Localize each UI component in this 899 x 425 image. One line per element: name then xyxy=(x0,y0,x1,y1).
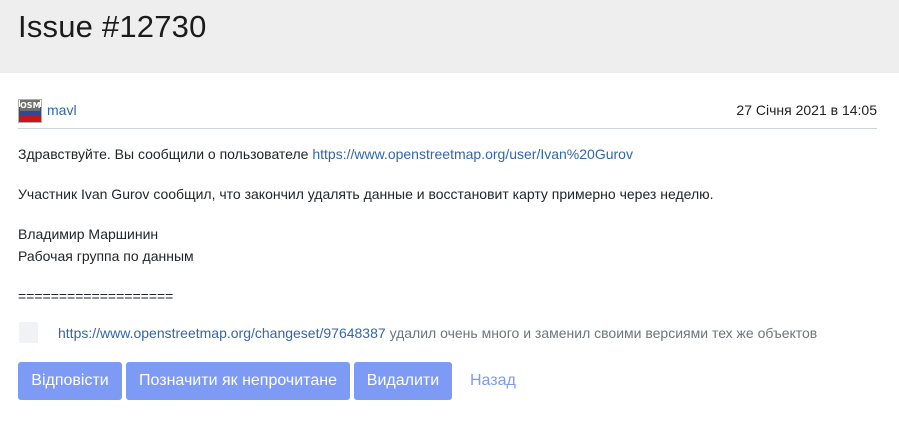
user-profile-link[interactable]: https://www.openstreetmap.org/user/Ivan%… xyxy=(312,146,633,162)
delete-button[interactable]: Видалити xyxy=(354,362,452,400)
changeset-link[interactable]: https://www.openstreetmap.org/changeset/… xyxy=(58,325,386,341)
report-description: удалил очень много и заменил своими верс… xyxy=(389,325,818,341)
author-link[interactable]: mavl xyxy=(47,102,77,118)
comment-signature: Владимир Маршинин Рабочая группа по данн… xyxy=(18,223,879,267)
back-link[interactable]: Назад xyxy=(470,362,516,400)
comment-paragraph: Здравствуйте. Вы сообщили о пользователе… xyxy=(18,143,879,165)
report-avatar xyxy=(19,322,38,343)
separator-line: =================== xyxy=(18,288,174,304)
action-bar: Відповісти Позначити як непрочитане Вида… xyxy=(18,362,879,400)
signature-name: Владимир Маршинин xyxy=(18,226,159,242)
report-item: https://www.openstreetmap.org/changeset/… xyxy=(18,322,879,344)
signature-group: Рабочая группа по данным xyxy=(18,248,194,264)
comment-text: Здравствуйте. Вы сообщили о пользователе xyxy=(18,146,309,162)
page-header: Issue #12730 xyxy=(0,0,899,73)
issue-content: OSM mavl 27 Січня 2021 в 14:05 Здравству… xyxy=(0,73,899,400)
osm-logo-icon: OSM xyxy=(20,100,41,111)
report-text: https://www.openstreetmap.org/changeset/… xyxy=(58,322,817,344)
page-title: Issue #12730 xyxy=(18,9,207,44)
comment-paragraph: Участник Ivan Gurov сообщил, что закончи… xyxy=(18,186,714,202)
comment-body: Здравствуйте. Вы сообщили о пользователе… xyxy=(18,143,879,307)
user-avatar[interactable]: OSM xyxy=(18,99,42,123)
comment-date: 27 Січня 2021 в 14:05 xyxy=(736,102,877,118)
reply-button[interactable]: Відповісти xyxy=(18,362,122,400)
comment-meta: OSM mavl 27 Січня 2021 в 14:05 xyxy=(18,73,877,129)
mark-unread-button[interactable]: Позначити як непрочитане xyxy=(126,362,350,400)
